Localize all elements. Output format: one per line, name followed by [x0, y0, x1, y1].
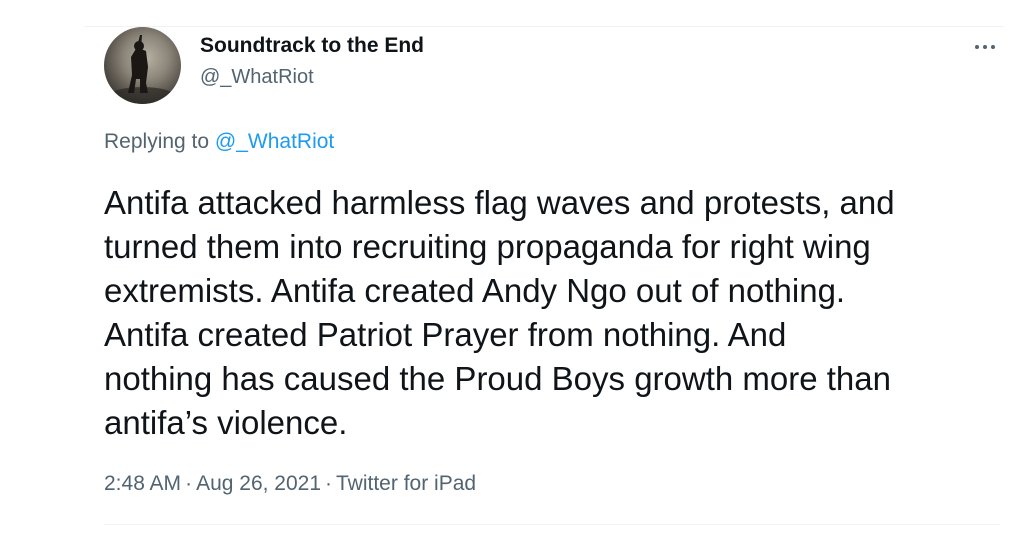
bottom-divider: [104, 524, 1000, 525]
more-dot-icon: [991, 45, 995, 49]
tweet-text-line: Antifa created Patriot Prayer from nothi…: [104, 316, 787, 353]
replying-to-mention-link[interactable]: @_WhatRiot: [215, 130, 334, 153]
replying-to-label: Replying to: [104, 130, 210, 153]
tweet-text-line: nothing has caused the Proud Boys growth…: [104, 360, 891, 397]
top-divider: [84, 26, 1004, 27]
tweet-date-link[interactable]: Aug 26, 2021: [196, 472, 321, 495]
tweet-text-line: extremists. Antifa created Andy Ngo out …: [104, 272, 846, 309]
tweet-body: Antifa attacked harmless flag waves and …: [104, 181, 1004, 445]
tweet-time-link[interactable]: 2:48 AM: [104, 472, 181, 495]
tweet-text-line: turned them into recruiting propaganda f…: [104, 228, 871, 265]
replying-to-line: Replying to @_WhatRiot: [104, 130, 334, 154]
author-handle[interactable]: @_WhatRiot: [200, 66, 314, 89]
avatar-silhouette-icon: [108, 35, 176, 104]
more-options-button[interactable]: [965, 32, 1005, 62]
more-dot-icon: [975, 45, 979, 49]
tweet-text-line: antifa’s violence.: [104, 404, 348, 441]
author-display-name[interactable]: Soundtrack to the End: [200, 34, 424, 58]
tweet-metadata: 2:48 AM · Aug 26, 2021 · Twitter for iPad: [104, 472, 476, 496]
tweet-text-line: Antifa attacked harmless flag waves and …: [104, 184, 895, 221]
tweet-source-link[interactable]: Twitter for iPad: [336, 472, 476, 495]
meta-separator: ·: [185, 472, 193, 495]
author-avatar[interactable]: [104, 27, 181, 104]
more-dot-icon: [983, 45, 987, 49]
meta-separator: ·: [325, 472, 333, 495]
